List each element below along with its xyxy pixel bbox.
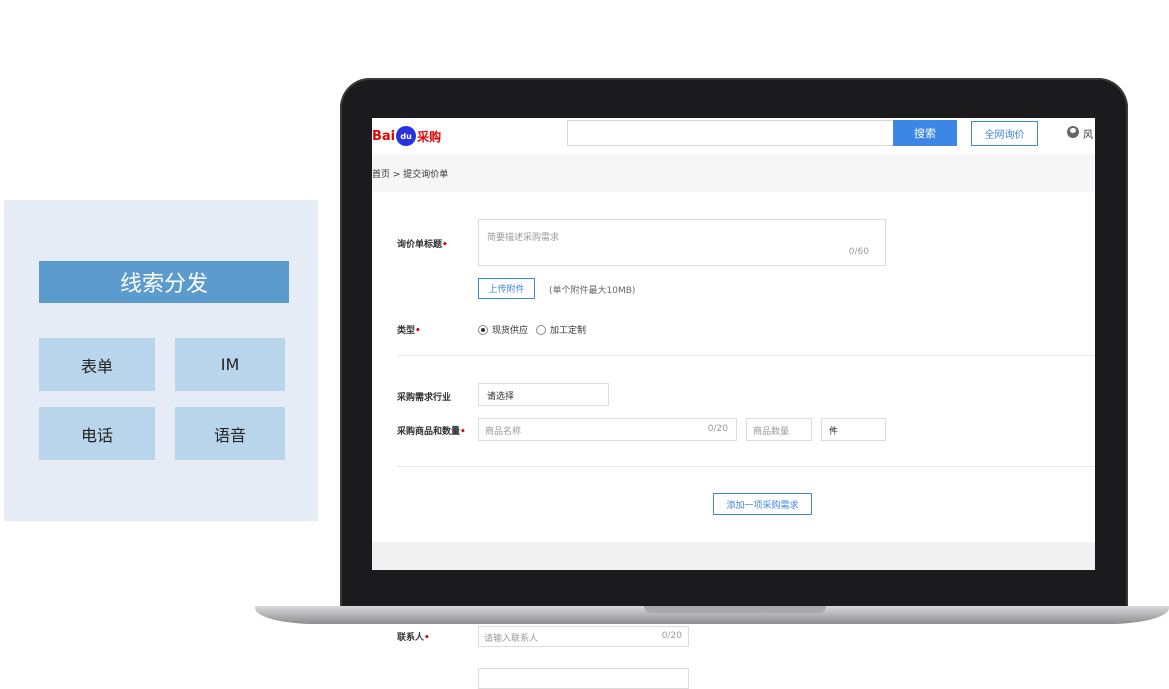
search-button[interactable]: 搜索 [893, 120, 957, 146]
goods-label: 采购商品和数量• [397, 424, 466, 437]
goods-quantity-placeholder: 商品数量 [753, 427, 790, 437]
logo-bai-text: Bai [372, 128, 396, 144]
radio-custom-processing[interactable]: 加工定制 [536, 323, 586, 336]
radio-unchecked-icon [536, 324, 546, 335]
phone-input[interactable] [478, 668, 689, 689]
lead-tile-form: 表单 [39, 338, 155, 391]
user-icon[interactable] [1067, 126, 1079, 138]
divider [397, 355, 1095, 356]
baidu-caigou-logo[interactable]: Bai du 采购 [372, 125, 441, 147]
required-mark: • [442, 240, 448, 250]
industry-label: 采购需求行业 [397, 393, 452, 403]
contact-label: 联系人• [397, 630, 430, 643]
breadcrumb[interactable]: 首页 > 提交询价单 [372, 167, 448, 180]
required-mark: • [460, 427, 466, 437]
logo-paw-icon: du [396, 126, 417, 146]
title-placeholder: 简要描述采购需求 [487, 233, 560, 243]
radio-spot-supply-label: 现货供应 [492, 326, 529, 336]
breadcrumb-bar: 首页 > 提交询价单 [372, 154, 1095, 192]
inquiry-form: 询价单标题• 简要描述采购需求 0/60 上传附件 (单个附件最大10MB) 类… [372, 192, 1095, 542]
required-mark: • [424, 633, 430, 643]
lead-distribution-panel: 线索分发 表单 IM 电话 语音 [4, 200, 318, 521]
top-bar: Bai du 采购 搜索 全网询价 风 [372, 118, 1095, 154]
radio-checked-icon [478, 324, 488, 335]
add-requirement-button[interactable]: 添加一项采购需求 [713, 493, 812, 515]
laptop-notch [644, 606, 826, 613]
upload-hint: (单个附件最大10MB) [549, 286, 636, 296]
logo-caigou-text: 采购 [417, 129, 442, 144]
divider [397, 466, 1095, 467]
laptop-screen: Bai du 采购 搜索 全网询价 风 首页 > 提交询价单 询价单标题• 简要… [372, 118, 1095, 570]
lead-tile-voice: 语音 [175, 407, 285, 460]
required-mark: • [415, 326, 421, 336]
lead-tile-im: IM [175, 338, 285, 391]
title-char-count: 0/60 [848, 247, 869, 257]
goods-name-char-count: 0/20 [707, 424, 728, 434]
contact-label-text: 联系人 [397, 633, 425, 643]
industry-select[interactable]: 请选择 ⌄ [478, 383, 609, 406]
contact-char-count: 0/20 [661, 631, 682, 641]
lead-tile-phone: 电话 [39, 407, 155, 460]
contact-input[interactable]: 请输入联系人 0/20 [478, 626, 689, 647]
goods-name-input[interactable]: 商品名称 0/20 [478, 418, 737, 441]
radio-spot-supply[interactable]: 现货供应 [478, 323, 528, 336]
contact-placeholder: 请输入联系人 [484, 634, 539, 644]
form-footer-band [372, 542, 1095, 570]
goods-quantity-input[interactable]: 商品数量 [746, 418, 812, 441]
search-input[interactable] [567, 120, 895, 146]
title-label-text: 询价单标题 [397, 240, 443, 250]
unit-select[interactable]: 件 ⌄ [821, 418, 886, 441]
goods-name-placeholder: 商品名称 [485, 427, 522, 437]
radio-custom-processing-label: 加工定制 [550, 326, 587, 336]
chevron-down-icon: ⌄ [829, 424, 837, 434]
lead-distribution-title: 线索分发 [39, 261, 289, 303]
title-label: 询价单标题• [397, 237, 448, 250]
upload-attachment-button[interactable]: 上传附件 [478, 278, 535, 299]
type-label-text: 类型 [397, 326, 416, 336]
type-label: 类型• [397, 323, 421, 336]
user-name[interactable]: 风 [1083, 126, 1093, 141]
title-textarea[interactable]: 简要描述采购需求 0/60 [478, 219, 886, 266]
fullnet-inquiry-button[interactable]: 全网询价 [971, 121, 1038, 146]
chevron-down-icon: ⌄ [487, 389, 495, 399]
goods-label-text: 采购商品和数量 [397, 427, 461, 437]
